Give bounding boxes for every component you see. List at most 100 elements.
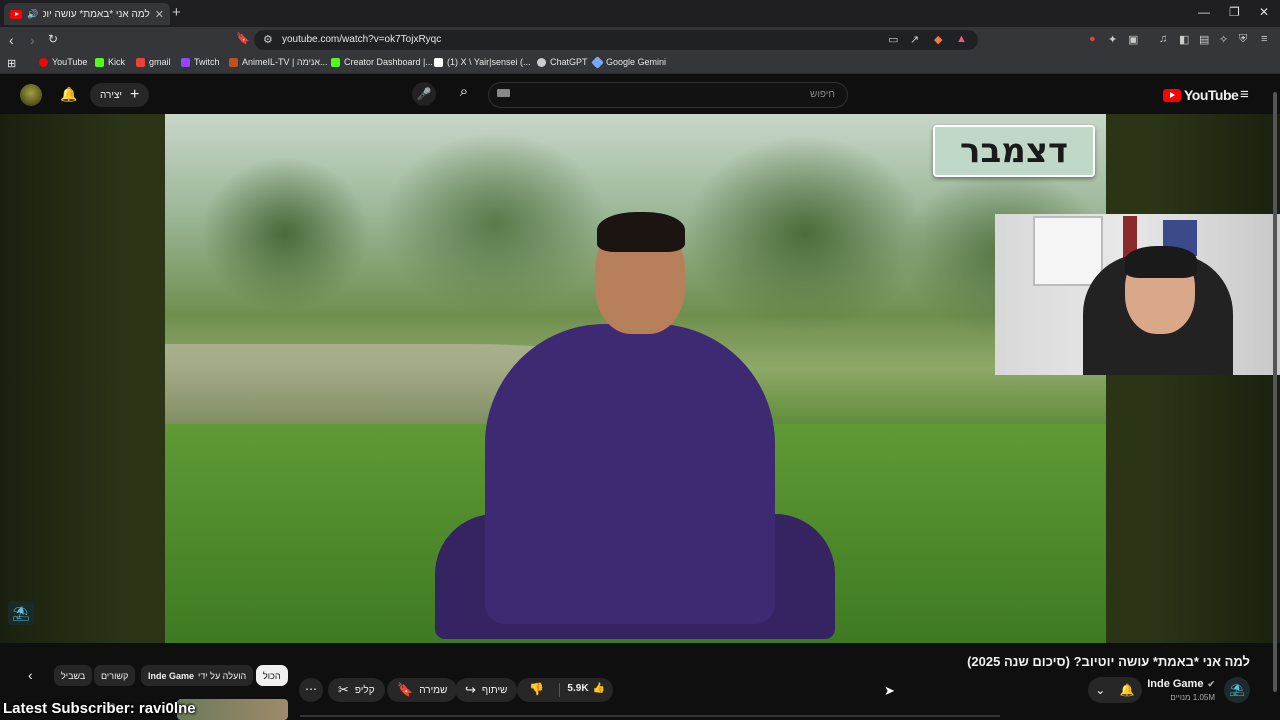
share-button[interactable]: שיתוף ↪ bbox=[455, 678, 518, 702]
search-input[interactable]: חיפוש bbox=[488, 82, 848, 108]
brave-shield-icon[interactable]: ◆ bbox=[934, 33, 942, 46]
close-window-icon[interactable]: ✕ bbox=[1259, 5, 1269, 19]
channel-logo-icon: ⛱ bbox=[8, 601, 34, 625]
video-overlay-badge: דצמבר bbox=[933, 125, 1095, 177]
chip-uploaded-by[interactable]: הועלה על ידי Inde Game bbox=[141, 665, 254, 686]
back-icon[interactable]: ‹ bbox=[9, 32, 14, 48]
bookmark-chatgpt[interactable]: ChatGPT bbox=[537, 57, 588, 67]
share-icon: ↪ bbox=[465, 682, 476, 697]
apps-grid-icon[interactable]: ⊞ bbox=[7, 57, 16, 70]
chip-label-name: Inde Game bbox=[148, 670, 195, 681]
vpn-icon[interactable]: ⛨ bbox=[1239, 33, 1247, 46]
bookmark-x[interactable]: (1) X \ Yair|sensei (... bbox=[434, 57, 531, 67]
youtube-logo-icon bbox=[1163, 88, 1181, 102]
webcam-overlay bbox=[995, 214, 1280, 375]
bookmark-animeil[interactable]: AnimeIL-TV | אנימה... bbox=[229, 57, 328, 67]
kick-icon bbox=[331, 57, 340, 67]
logo-text: YouTube bbox=[1184, 87, 1239, 103]
youtube-logo[interactable]: YouTube bbox=[1163, 87, 1239, 103]
voice-search-icon[interactable]: 🎤 bbox=[412, 82, 436, 106]
browser-tab[interactable]: 🔊 למה אני *באמת* עושה יוטיוב? ✕ bbox=[4, 3, 170, 25]
browser-tab-bar: 🔊 למה אני *באמת* עושה יוטיוב? ✕ + — ❐ ✕ bbox=[0, 0, 1280, 27]
create-label: יצירה bbox=[100, 89, 123, 101]
bookmark-kick[interactable]: Kick bbox=[95, 57, 125, 67]
cam-window bbox=[1033, 216, 1103, 286]
more-actions-icon[interactable]: ⋯ bbox=[299, 678, 323, 702]
scrollbar[interactable] bbox=[1272, 86, 1278, 706]
avatar[interactable] bbox=[20, 84, 42, 106]
extensions-icon[interactable]: ✦ bbox=[1108, 33, 1117, 46]
media-icon[interactable]: ♫ bbox=[1159, 33, 1167, 45]
scrollbar-thumb[interactable] bbox=[1273, 92, 1277, 692]
site-info-icon[interactable]: ⚙ bbox=[263, 33, 273, 46]
bookmark-gemini[interactable]: Google Gemini bbox=[591, 55, 667, 69]
gmail-icon bbox=[136, 57, 145, 67]
bookmark-page-icon[interactable]: 🔖 bbox=[236, 32, 250, 45]
save-button[interactable]: שמירה 🔖 bbox=[387, 678, 458, 702]
youtube-icon bbox=[39, 57, 48, 67]
sidebar-icon[interactable]: ◧ bbox=[1179, 33, 1189, 46]
video-person-hair bbox=[597, 212, 685, 252]
maximize-icon[interactable]: ❐ bbox=[1229, 5, 1240, 19]
bookmark-youtube[interactable]: YouTube bbox=[39, 57, 87, 67]
channel-name-label: Inde Game bbox=[1147, 678, 1204, 690]
like-button[interactable]: 5.9K 👍 bbox=[567, 683, 605, 694]
animeil-icon bbox=[229, 57, 238, 67]
extension-red-icon[interactable]: ● bbox=[1089, 33, 1096, 45]
bookmark-label: Twitch bbox=[194, 57, 220, 67]
share-page-icon[interactable]: ↗ bbox=[910, 33, 919, 46]
speaker-icon[interactable]: 🔊 bbox=[27, 9, 38, 20]
bookmark-label: Google Gemini bbox=[606, 57, 667, 67]
video-person-body bbox=[485, 324, 775, 624]
chip-all[interactable]: הכול bbox=[256, 665, 288, 686]
tab-close-icon[interactable]: ✕ bbox=[155, 8, 164, 21]
search-icon[interactable]: ⌕ bbox=[452, 83, 476, 107]
address-bar[interactable]: ⚙ youtube.com/watch?v=ok7TojxRyqc ▭ ↗ ◆ … bbox=[254, 30, 978, 50]
wallet-icon[interactable]: ▤ bbox=[1199, 33, 1209, 46]
new-tab-button[interactable]: + bbox=[172, 4, 181, 21]
youtube-header: 🔔 יצירה + 🎤 ⌕ חיפוש YouTube ≡ bbox=[0, 76, 1280, 114]
hamburger-menu-icon[interactable]: ≡ bbox=[1240, 86, 1249, 103]
bookmark-label: (1) X \ Yair|sensei (... bbox=[447, 57, 531, 67]
like-dislike-bar: 5.9K 👍 👎 bbox=[517, 678, 613, 702]
dislike-button[interactable]: 👎 bbox=[529, 682, 544, 696]
chatgpt-icon bbox=[537, 57, 546, 67]
browser-toolbar: ‹ › ↻ 🔖 ⚙ youtube.com/watch?v=ok7TojxRyq… bbox=[0, 27, 1280, 53]
minimize-icon[interactable]: — bbox=[1198, 5, 1210, 19]
chip-related[interactable]: קשורים bbox=[94, 665, 136, 686]
subscription-notify-button[interactable]: ⌄ 🔔 bbox=[1088, 677, 1142, 703]
x-icon bbox=[434, 57, 443, 67]
extension-box-icon[interactable]: ▣ bbox=[1128, 33, 1138, 46]
chip-label: הכול bbox=[263, 670, 281, 681]
plus-icon: + bbox=[130, 86, 140, 103]
brave-rewards-icon[interactable]: ▲ bbox=[956, 33, 967, 45]
chip-label: קשורים bbox=[101, 670, 129, 681]
divider bbox=[559, 683, 560, 697]
leo-ai-icon[interactable]: ✧ bbox=[1219, 33, 1228, 46]
channel-avatar[interactable]: ⛱ bbox=[1224, 677, 1250, 703]
menu-dots-icon[interactable]: ≡ bbox=[1261, 33, 1267, 45]
youtube-favicon-icon bbox=[10, 9, 22, 19]
video-player[interactable]: דצמבר bbox=[165, 114, 1106, 643]
keyboard-icon[interactable] bbox=[497, 89, 510, 97]
cam-hair bbox=[1125, 246, 1197, 278]
bookmarks-bar: ⊞ YouTube Kick gmail Twitch AnimeIL-TV |… bbox=[0, 53, 1280, 74]
bookmark-creator-dashboard[interactable]: Creator Dashboard |... bbox=[331, 57, 433, 67]
kick-icon bbox=[95, 57, 104, 67]
clip-label: קליפ bbox=[354, 684, 375, 696]
thumbs-up-icon: 👍 bbox=[592, 683, 605, 694]
create-button[interactable]: יצירה + bbox=[90, 83, 150, 107]
notifications-bell-icon[interactable]: 🔔 bbox=[60, 86, 77, 103]
bookmark-twitch[interactable]: Twitch bbox=[181, 57, 220, 67]
chips-prev-icon[interactable]: ‹ bbox=[28, 667, 33, 683]
chip-recent[interactable]: בשביל bbox=[54, 665, 93, 686]
cast-icon[interactable]: ▭ bbox=[888, 33, 898, 46]
clip-button[interactable]: קליפ ✂ bbox=[328, 678, 385, 702]
reload-icon[interactable]: ↻ bbox=[48, 32, 58, 46]
scissors-icon: ✂ bbox=[338, 682, 349, 697]
channel-name[interactable]: ✔ Inde Game bbox=[1147, 678, 1215, 690]
forward-icon[interactable]: › bbox=[30, 32, 35, 48]
video-title: למה אני *באמת* עושה יוטיוב? (סיכום שנה 2… bbox=[967, 654, 1250, 669]
chip-label: בשביל bbox=[61, 670, 86, 681]
bookmark-gmail[interactable]: gmail bbox=[136, 57, 171, 67]
